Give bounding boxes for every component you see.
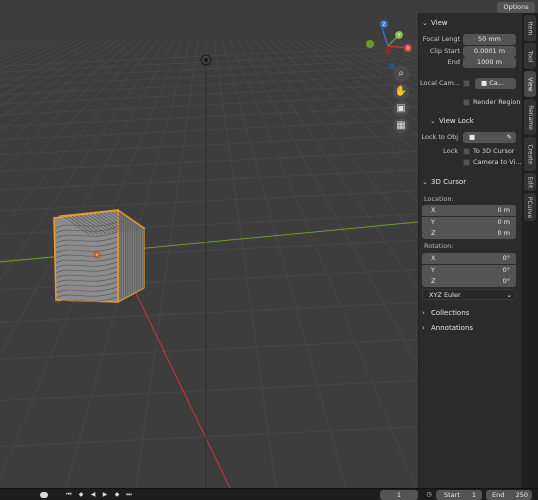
- end-frame-field[interactable]: End 250: [486, 490, 532, 500]
- clock-icon[interactable]: ◷: [424, 491, 434, 499]
- rotation-mode-dropdown[interactable]: XYZ Euler ⌄: [422, 289, 516, 300]
- chevron-down-icon: ⌄: [506, 291, 512, 299]
- tab-view[interactable]: View: [524, 71, 536, 97]
- local-camera-field[interactable]: ■ Ca...: [475, 78, 516, 89]
- jump-end-icon[interactable]: ⏭: [124, 491, 134, 499]
- keyframe-prev-icon[interactable]: ◆: [76, 491, 86, 499]
- clip-end-field[interactable]: 1000 m: [463, 57, 516, 68]
- clip-start-label: Clip Start: [429, 47, 460, 55]
- 3d-cursor-section-header[interactable]: ⌄ 3D Cursor: [418, 176, 522, 188]
- rotation-y-field[interactable]: Y 0°: [422, 265, 516, 276]
- location-z-field[interactable]: Z0 m: [422, 228, 516, 239]
- keyframe-next-icon[interactable]: ◆: [112, 491, 122, 499]
- start-frame-field[interactable]: Start 1: [436, 490, 482, 500]
- x-axis-line: [119, 259, 231, 488]
- eyedropper-icon[interactable]: ✎: [507, 132, 512, 143]
- render-region-label: Render Region: [473, 98, 521, 106]
- tab-create[interactable]: Create: [524, 137, 536, 171]
- view-section-header[interactable]: ⌄ View: [418, 17, 522, 29]
- play-icon[interactable]: ▶: [100, 491, 110, 499]
- camera-to-view-checkbox[interactable]: [463, 159, 470, 166]
- chevron-down-icon: ⌄: [430, 117, 436, 125]
- camera-to-view-label: Camera to Vi...: [473, 158, 522, 166]
- location-x-field[interactable]: X0 m: [422, 205, 516, 216]
- lock-to-object-field[interactable]: ■ ✎: [463, 132, 516, 143]
- play-reverse-icon[interactable]: ◀: [88, 491, 98, 499]
- zoom-icon[interactable]: ⌕: [393, 66, 409, 82]
- to-3d-cursor-label: To 3D Cursor: [473, 147, 515, 155]
- svg-text:Z: Z: [382, 22, 386, 28]
- lock-label: Lock: [443, 147, 458, 155]
- annotations-section-header[interactable]: › Annotations: [418, 322, 522, 334]
- location-y-field[interactable]: Y0 m: [422, 217, 516, 228]
- chevron-down-icon: ⌄: [422, 19, 428, 27]
- lock-to-object-label: Lock to Obj: [421, 133, 458, 141]
- focal-length-label: Focal Lengt: [422, 35, 460, 43]
- timeline-bar: ⏮ ◆ ◀ ▶ ◆ ⏭ 1 ◷ Start 1 End 250: [0, 488, 538, 500]
- focal-length-field[interactable]: 50 mm: [463, 34, 516, 45]
- tab-tool[interactable]: Tool: [524, 43, 536, 69]
- clip-end-label: End: [447, 58, 460, 66]
- svg-text:X: X: [406, 46, 410, 52]
- rotation-x-field[interactable]: X 0°: [422, 253, 516, 264]
- neg-y-axis-ball: [366, 40, 374, 48]
- cube-object: [53, 208, 146, 304]
- camera-view-icon[interactable]: ▣: [393, 101, 409, 117]
- chevron-down-icon: ⌄: [422, 178, 428, 186]
- record-icon[interactable]: [40, 492, 48, 498]
- local-camera-label: Local Cam...: [420, 79, 460, 87]
- object-icon: ■: [469, 133, 476, 141]
- chevron-right-icon: ›: [422, 309, 425, 317]
- view-lock-section-header[interactable]: ⌄ View Lock: [426, 115, 530, 127]
- tab-pcurve[interactable]: PCurve: [524, 193, 536, 221]
- clip-start-field[interactable]: 0.0001 m: [463, 46, 516, 57]
- render-region-checkbox[interactable]: [463, 99, 470, 106]
- tab-edit[interactable]: Edit: [524, 173, 536, 191]
- options-button[interactable]: Options: [497, 2, 535, 13]
- collections-section-header[interactable]: › Collections: [418, 307, 522, 319]
- sidebar-tabs: Item Tool View Rename Create Edit PCurve: [522, 13, 538, 488]
- current-frame-field[interactable]: 1: [380, 490, 418, 500]
- camera-icon: ■: [481, 79, 490, 87]
- chevron-right-icon: ›: [422, 324, 425, 332]
- rotation-label: Rotation:: [424, 242, 454, 250]
- pan-hand-icon[interactable]: ✋: [393, 84, 409, 100]
- navigation-gizmo[interactable]: Z Y X: [358, 18, 418, 74]
- neg-x-axis-ball: [385, 48, 391, 54]
- to-3d-cursor-checkbox[interactable]: [463, 148, 470, 155]
- tab-rename[interactable]: Rename: [524, 99, 536, 135]
- tab-item[interactable]: Item: [524, 15, 536, 41]
- perspective-grid-icon[interactable]: ▦: [393, 118, 409, 134]
- jump-start-icon[interactable]: ⏮: [64, 491, 74, 499]
- rotation-z-field[interactable]: Z 0°: [422, 276, 516, 287]
- local-camera-checkbox[interactable]: [463, 80, 470, 87]
- location-label: Location:: [424, 195, 454, 203]
